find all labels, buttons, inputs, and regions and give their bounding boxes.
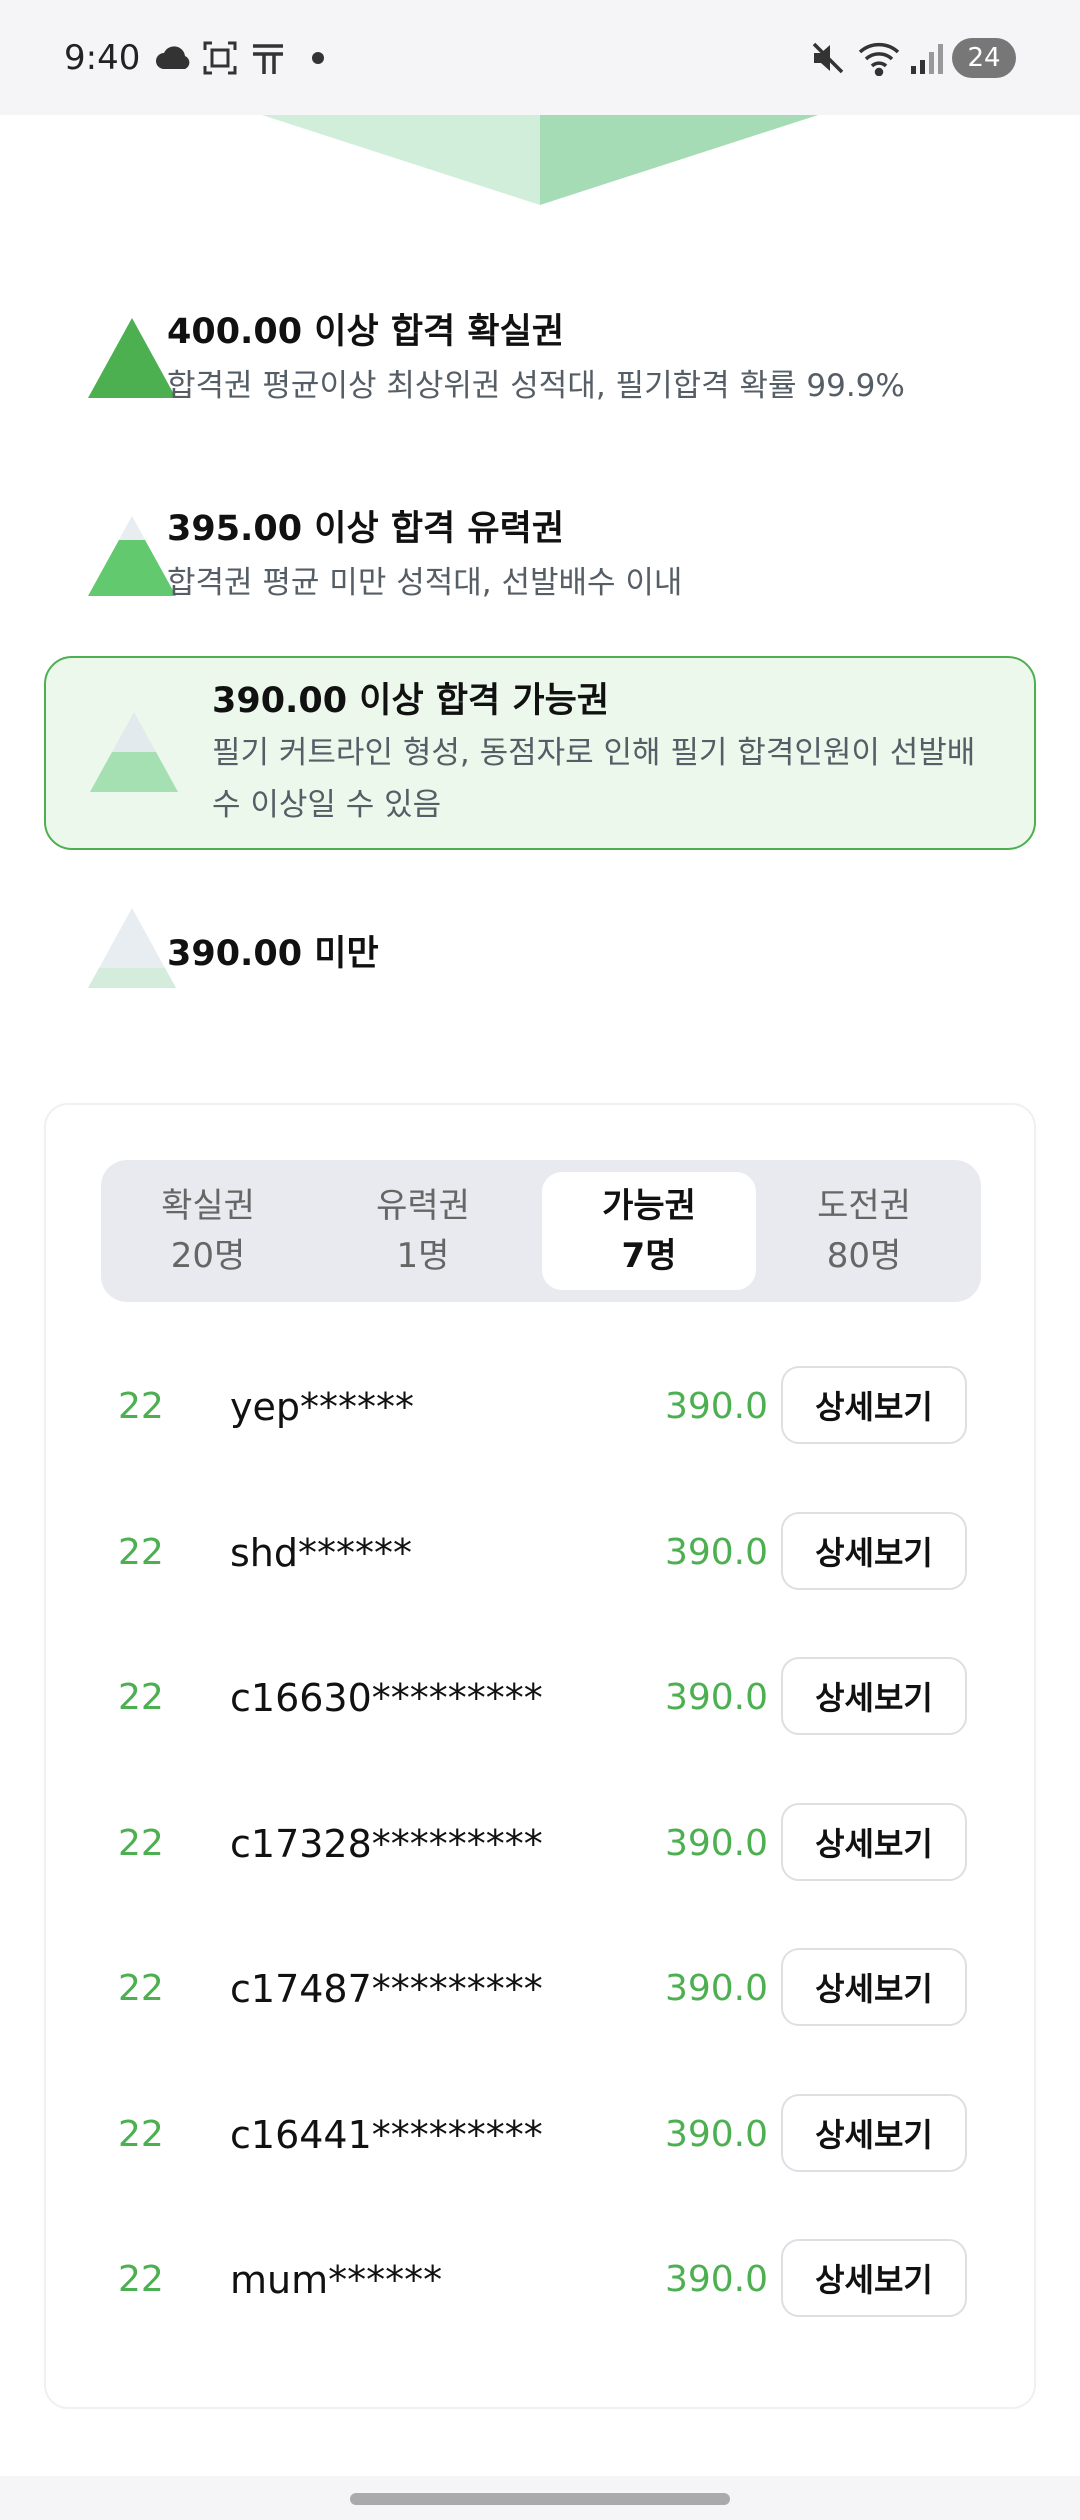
screenshot-icon bbox=[200, 38, 240, 78]
ranking-card: 확실권 20명 유력권 1명 가능권 7명 도전권 80명 22 yep****… bbox=[44, 1103, 1036, 2409]
table-row: 22 c16630********* 390.0 상세보기 bbox=[46, 1657, 1038, 1739]
detail-button[interactable]: 상세보기 bbox=[781, 1366, 967, 1444]
rank: 22 bbox=[118, 1677, 164, 1718]
rank: 22 bbox=[118, 2259, 164, 2300]
user-id: c16630********* bbox=[230, 1676, 543, 1720]
detail-button[interactable]: 상세보기 bbox=[781, 2094, 967, 2172]
pyramid-partial-icon bbox=[88, 516, 176, 596]
user-id: c17487********* bbox=[230, 1967, 543, 2011]
score: 390.0 bbox=[664, 1823, 768, 1864]
detail-button[interactable]: 상세보기 bbox=[781, 1512, 967, 1590]
tier-title: 390.00 이상 합격 가능권 bbox=[212, 681, 610, 721]
pyramid-graphic bbox=[262, 115, 818, 205]
tier-description: 합격권 평균 미만 성적대, 선발배수 이내 bbox=[167, 565, 683, 601]
tab-possible[interactable]: 가능권 7명 bbox=[542, 1172, 756, 1290]
tab-count: 20명 bbox=[170, 1236, 246, 1276]
table-row: 22 mum****** 390.0 상세보기 bbox=[46, 2239, 1038, 2321]
tier-description: 필기 커트라인 형성, 동점자로 인해 필기 합격인원이 선발배수 이상일 수 … bbox=[212, 735, 976, 823]
t-app-icon bbox=[248, 38, 288, 78]
tab-label: 도전권 bbox=[817, 1186, 911, 1226]
table-row: 22 yep****** 390.0 상세보기 bbox=[46, 1366, 1038, 1448]
pyramid-partial-icon bbox=[90, 712, 178, 792]
rank: 22 bbox=[118, 1823, 164, 1864]
status-bar: 9:40 24 bbox=[0, 0, 1080, 115]
tab-label: 유력권 bbox=[376, 1186, 470, 1226]
tab-likely[interactable]: 유력권 1명 bbox=[316, 1172, 530, 1290]
tab-count: 1명 bbox=[396, 1236, 450, 1276]
tier-tabs: 확실권 20명 유력권 1명 가능권 7명 도전권 80명 bbox=[101, 1160, 981, 1302]
score: 390.0 bbox=[664, 1968, 768, 2009]
user-id: c16441********* bbox=[230, 2113, 543, 2157]
rank: 22 bbox=[118, 1532, 164, 1573]
table-row: 22 shd****** 390.0 상세보기 bbox=[46, 1512, 1038, 1594]
tab-challenge[interactable]: 도전권 80명 bbox=[757, 1172, 971, 1290]
detail-button[interactable]: 상세보기 bbox=[781, 2239, 967, 2317]
status-time: 9:40 bbox=[64, 38, 141, 78]
mute-icon bbox=[808, 38, 848, 78]
user-id: mum****** bbox=[230, 2258, 443, 2302]
rank: 22 bbox=[118, 1968, 164, 2009]
user-id: c17328********* bbox=[230, 1822, 543, 1866]
table-row: 22 c17328********* 390.0 상세보기 bbox=[46, 1803, 1038, 1885]
table-row: 22 c16441********* 390.0 상세보기 bbox=[46, 2094, 1038, 2176]
score: 390.0 bbox=[664, 2114, 768, 2155]
tier-title: 390.00 미만 bbox=[167, 934, 379, 974]
battery-indicator: 24 bbox=[952, 38, 1016, 78]
tier-title: 395.00 이상 합격 유력권 bbox=[167, 509, 565, 549]
score: 390.0 bbox=[664, 1532, 768, 1573]
detail-button[interactable]: 상세보기 bbox=[781, 1948, 967, 2026]
detail-button[interactable]: 상세보기 bbox=[781, 1803, 967, 1881]
home-indicator[interactable] bbox=[350, 2493, 730, 2505]
score: 390.0 bbox=[664, 1677, 768, 1718]
user-id: yep****** bbox=[230, 1385, 414, 1429]
cloud-icon bbox=[152, 38, 196, 78]
pyramid-full-icon bbox=[88, 318, 176, 398]
table-row: 22 c17487********* 390.0 상세보기 bbox=[46, 1948, 1038, 2030]
detail-button[interactable]: 상세보기 bbox=[781, 1657, 967, 1735]
tab-count: 80명 bbox=[826, 1236, 902, 1276]
score: 390.0 bbox=[664, 1386, 768, 1427]
tab-certain[interactable]: 확실권 20명 bbox=[101, 1172, 315, 1290]
rank: 22 bbox=[118, 1386, 164, 1427]
score: 390.0 bbox=[664, 2259, 768, 2300]
user-id: shd****** bbox=[230, 1531, 413, 1575]
dot-icon bbox=[306, 38, 330, 78]
tier-description: 합격권 평균이상 최상위권 성적대, 필기합격 확률 99.9% bbox=[167, 368, 905, 404]
tab-label: 가능권 bbox=[602, 1186, 696, 1226]
tab-count: 7명 bbox=[621, 1236, 677, 1276]
wifi-icon bbox=[856, 38, 902, 78]
tab-label: 확실권 bbox=[161, 1186, 255, 1226]
rank: 22 bbox=[118, 2114, 164, 2155]
pyramid-empty-icon bbox=[88, 908, 176, 988]
signal-icon bbox=[906, 38, 946, 78]
tier-title: 400.00 이상 합격 확실권 bbox=[167, 312, 565, 352]
